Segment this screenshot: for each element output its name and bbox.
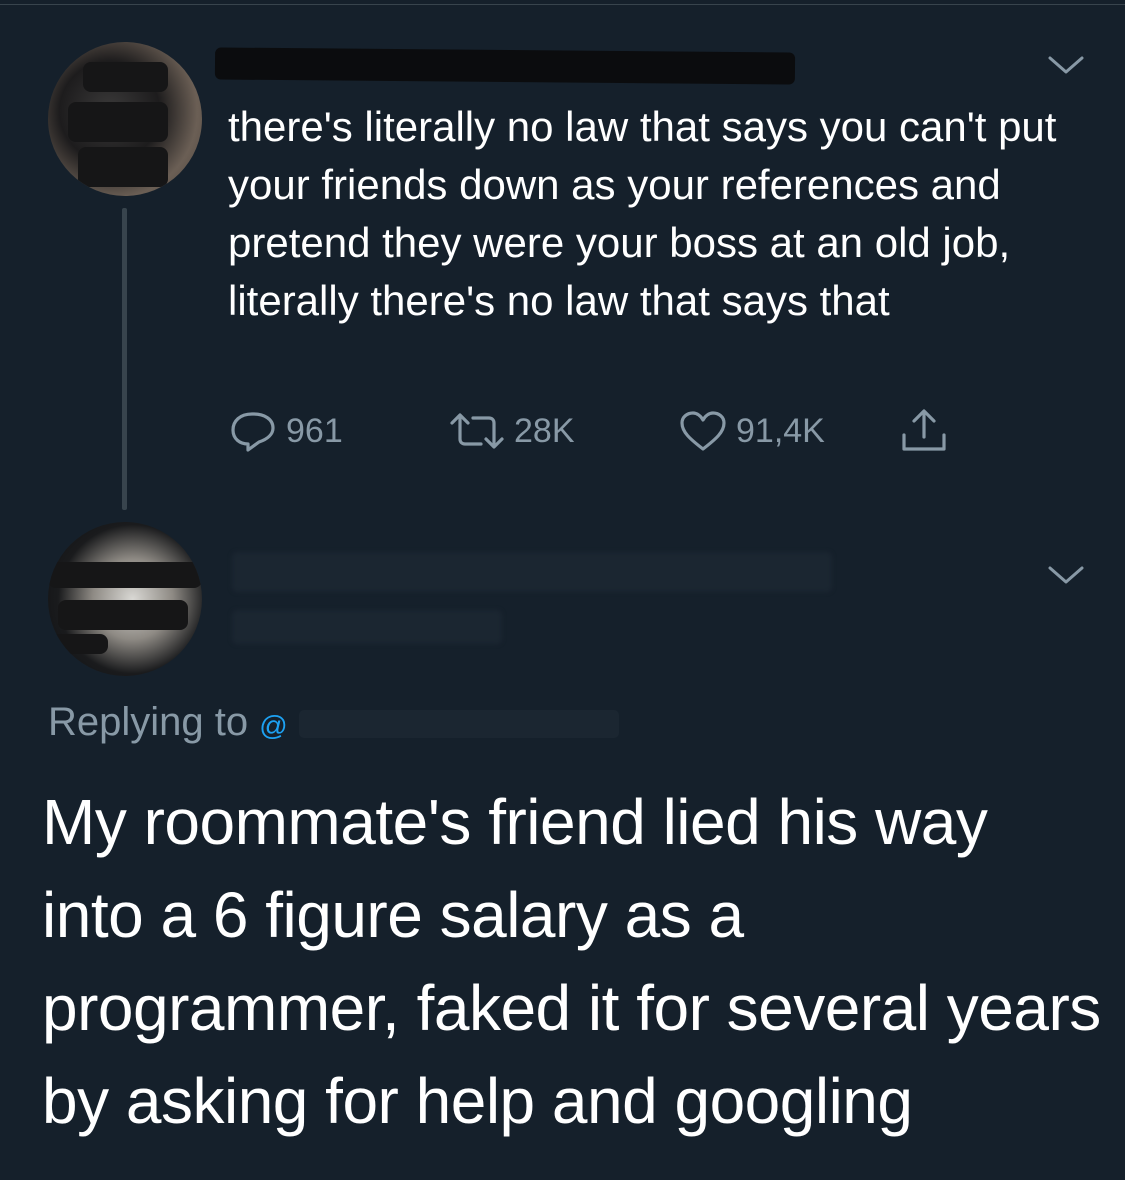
mention-handle-redacted	[298, 710, 619, 739]
tweet-thread-screen: there's literally no law that says you c…	[0, 0, 1125, 1180]
top-divider	[0, 4, 1125, 5]
chevron-down-icon[interactable]	[1046, 562, 1086, 588]
reply-icon	[231, 412, 275, 452]
share-icon	[902, 409, 946, 451]
reply-count: 961	[286, 411, 343, 450]
parent-author-name-redacted	[214, 47, 796, 85]
retweet-count: 28K	[514, 411, 575, 450]
like-button[interactable]: 91,4K	[678, 406, 825, 456]
retweet-button[interactable]: 28K	[448, 406, 575, 456]
mention-link[interactable]: @	[259, 710, 287, 741]
reply-author-handle-redacted	[232, 610, 502, 644]
replying-to-label: Replying to	[48, 700, 249, 744]
retweet-icon	[450, 413, 504, 449]
chevron-down-icon[interactable]	[1046, 52, 1086, 78]
share-button[interactable]	[900, 406, 948, 456]
reply-author-name-redacted	[232, 552, 832, 592]
parent-tweet-actions: 961 28K 91,4K	[228, 406, 988, 456]
parent-author-avatar[interactable]	[48, 42, 202, 196]
like-icon	[680, 411, 726, 451]
reply-tweet-text: My roommate's friend lied his way into a…	[42, 786, 1101, 1137]
reply-author-avatar[interactable]	[48, 522, 202, 676]
parent-tweet-text: there's literally no law that says you c…	[228, 103, 1057, 324]
replying-to-line: Replying to @	[48, 700, 619, 745]
reply-button[interactable]: 961	[228, 406, 343, 456]
like-count: 91,4K	[736, 411, 825, 450]
thread-connector-line	[122, 208, 127, 510]
